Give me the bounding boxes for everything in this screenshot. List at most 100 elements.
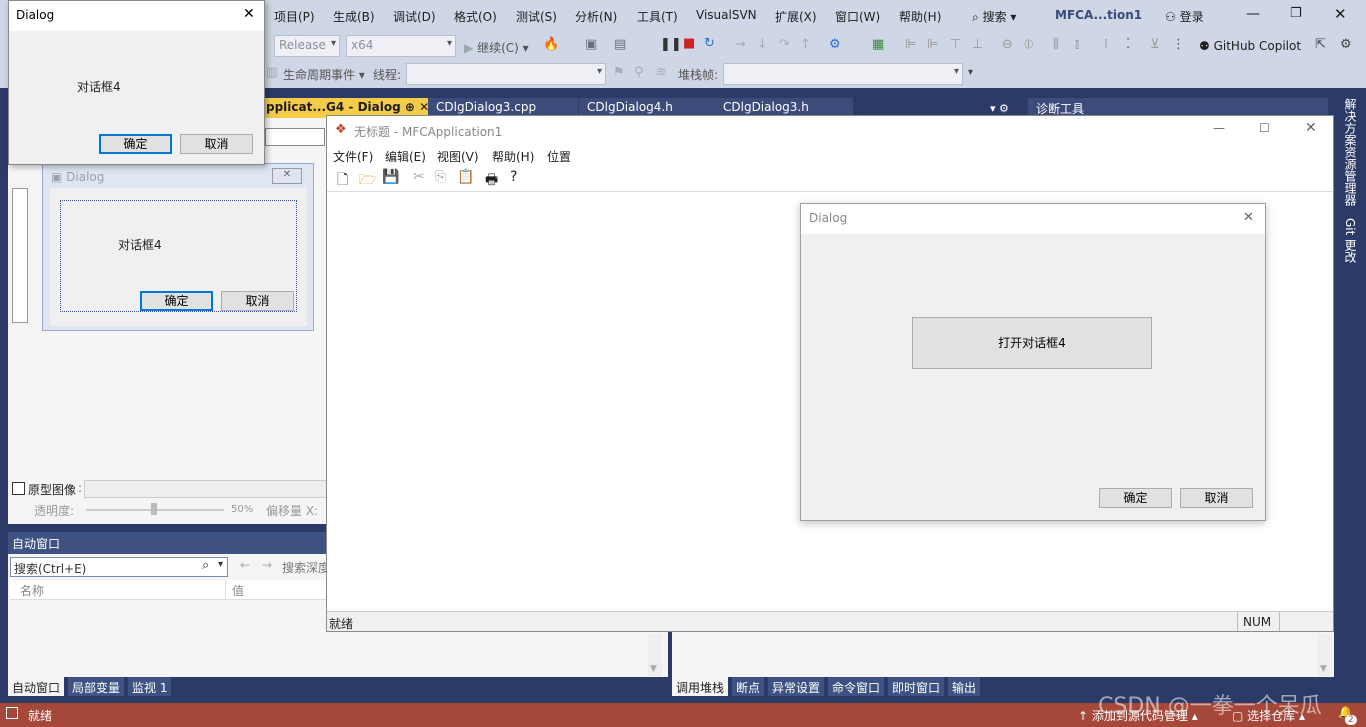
dialog4-window[interactable]: Dialog ✕ 对话框4 确定 取消	[8, 0, 265, 165]
search-menu[interactable]: ⌕ 搜索 ▾	[972, 8, 1016, 25]
designer-static-text[interactable]: 对话框4	[118, 236, 162, 253]
app-menu-file[interactable]: 文件(F)	[333, 148, 373, 165]
auto-search-dropdown-icon[interactable]: ▾	[218, 559, 223, 570]
flag-icon[interactable]: ⚑	[613, 65, 625, 80]
open-dialog4-button[interactable]: 打开对话框4	[912, 317, 1152, 369]
app-title-bar[interactable]: ❖ 无标题 - MFCApplication1 — ☐ ✕	[327, 116, 1333, 146]
menu-help[interactable]: 帮助(H)	[899, 8, 941, 25]
settings-icon[interactable]: ⚙	[1340, 37, 1352, 52]
menu-analyze[interactable]: 分析(N)	[575, 8, 617, 25]
menu-window[interactable]: 窗口(W)	[835, 8, 880, 25]
dialog4-ok-button[interactable]: 确定	[99, 134, 172, 154]
align-top-icon[interactable]: ⊤	[950, 37, 961, 52]
print-icon[interactable]: 🖶	[485, 169, 498, 193]
align-right-icon[interactable]: ⊫	[927, 37, 938, 52]
menu-visualsvn[interactable]: VisualSVN	[696, 8, 757, 22]
back-arrow-icon[interactable]: ←	[240, 558, 250, 572]
tab-breakpoints[interactable]: 断点	[732, 677, 765, 696]
screen-icon[interactable]: ▦	[872, 37, 884, 52]
overflow-icon[interactable]: ▾	[968, 67, 973, 78]
auto-search-icon[interactable]: ⌕	[202, 558, 209, 573]
guides-icon[interactable]: ⊻	[1150, 37, 1160, 52]
platform-combo[interactable]: x64	[346, 35, 456, 57]
tab-immediate[interactable]: 即时窗口	[888, 677, 945, 696]
auto-scrollbar[interactable]: ▼	[648, 634, 662, 676]
forward-arrow-icon[interactable]: →	[262, 558, 272, 572]
menu-tools[interactable]: 工具(T)	[637, 8, 678, 25]
inner-dialog[interactable]: Dialog ✕ 打开对话框4 确定 取消	[800, 203, 1266, 521]
menu-extensions[interactable]: 扩展(X)	[775, 8, 817, 25]
copy-icon[interactable]: ⎘	[435, 169, 446, 185]
auto-search-input[interactable]: 搜索(Ctrl+E)	[10, 557, 228, 577]
center-v-icon[interactable]: ⊖	[1002, 37, 1013, 52]
app-minimize-icon[interactable]: —	[1213, 121, 1225, 135]
dialog4-close-icon[interactable]: ✕	[243, 6, 255, 22]
folder-icon[interactable]: ▣	[585, 37, 597, 52]
tab-watch1[interactable]: 监视 1	[128, 677, 172, 696]
space-v-icon[interactable]: ⫾	[1075, 37, 1079, 52]
open-folder-icon[interactable]: 🗁	[359, 169, 376, 193]
threads-icon[interactable]: ≋	[656, 65, 667, 80]
grid-icon[interactable]: ⁚	[1126, 37, 1130, 52]
tab-auto-window[interactable]: 自动窗口	[8, 677, 65, 696]
align-bottom-icon[interactable]: ⊥	[972, 37, 983, 52]
menu-build[interactable]: 生成(B)	[333, 8, 375, 25]
inner-dialog-titlebar[interactable]: Dialog ✕	[801, 204, 1265, 234]
align-left-icon[interactable]: ⊫	[905, 37, 916, 52]
login-button[interactable]: ⚇ 登录	[1165, 8, 1204, 25]
center-h-icon[interactable]: ⦶	[1024, 37, 1033, 52]
tab-output[interactable]: 输出	[948, 677, 981, 696]
solution-explorer-tab[interactable]: 解决方案资源管理器	[1342, 98, 1359, 206]
inner-ok-button[interactable]: 确定	[1099, 488, 1172, 508]
step-back-icon[interactable]: ↷	[779, 37, 790, 52]
step-out-icon[interactable]: ↑	[800, 37, 811, 52]
callstack-scrollbar[interactable]: ▼	[1318, 634, 1332, 676]
dialog4-cancel-button[interactable]: 取消	[180, 134, 253, 154]
designer-ok-button[interactable]: 确定	[140, 291, 213, 311]
inner-cancel-button[interactable]: 取消	[1180, 488, 1253, 508]
close-icon[interactable]: ✕	[1334, 5, 1347, 23]
inner-dialog-close-icon[interactable]: ✕	[1243, 210, 1254, 225]
tab-order-icon[interactable]: ⁞	[1104, 37, 1108, 52]
thread-combo[interactable]	[406, 63, 606, 85]
copilot-button[interactable]: ⚉ GitHub Copilot	[1199, 39, 1301, 53]
col-value-header[interactable]: 值	[232, 582, 244, 599]
dialog4-titlebar[interactable]: Dialog ✕	[9, 1, 264, 31]
menu-test[interactable]: 测试(S)	[516, 8, 557, 25]
minimize-icon[interactable]: —	[1246, 6, 1260, 22]
tab-exceptions[interactable]: 异常设置	[768, 677, 825, 696]
tab-command-window[interactable]: 命令窗口	[828, 677, 885, 696]
restart-icon[interactable]: ↻	[704, 36, 715, 51]
menu-debug[interactable]: 调试(D)	[393, 8, 436, 25]
tab-dropdown-icon[interactable]: ▾ ⚙	[990, 102, 1009, 115]
prototype-checkbox[interactable]	[12, 482, 25, 495]
step-over-icon[interactable]: →	[735, 37, 746, 52]
app-menu-position[interactable]: 位置	[547, 148, 571, 165]
prototype-path[interactable]	[84, 480, 328, 498]
space-h-icon[interactable]: ⫼	[1053, 37, 1059, 52]
pin-icon[interactable]: ⊕	[405, 100, 415, 114]
filter-icon[interactable]: ⚲	[634, 65, 644, 80]
window-icon[interactable]: ▤	[614, 37, 626, 52]
step-into-icon[interactable]: ↓	[757, 37, 768, 52]
hot-reload-icon[interactable]: 🔥	[543, 37, 559, 52]
paste-icon[interactable]: 📋	[457, 169, 474, 185]
config-combo[interactable]: Release	[274, 35, 340, 57]
app-menu-view[interactable]: 视图(V)	[437, 148, 479, 165]
help-icon[interactable]: ?	[510, 169, 517, 185]
git-changes-tab[interactable]: Git 更改	[1342, 218, 1359, 263]
designer-cancel-button[interactable]: 取消	[221, 291, 294, 311]
app-menu-edit[interactable]: 编辑(E)	[385, 148, 426, 165]
tab-call-stack[interactable]: 调用堆栈	[672, 677, 729, 696]
opacity-thumb[interactable]	[151, 503, 157, 515]
app-maximize-icon[interactable]: ☐	[1259, 121, 1270, 135]
menu-format[interactable]: 格式(O)	[454, 8, 497, 25]
continue-button[interactable]: ▶ 继续(C) ▾	[464, 39, 529, 56]
app-close-icon[interactable]: ✕	[1305, 120, 1317, 136]
col-name-header[interactable]: 名称	[20, 582, 44, 599]
save-icon[interactable]: 💾	[382, 169, 399, 185]
pause-icon[interactable]: ❚❚	[660, 37, 682, 52]
app-menu-help[interactable]: 帮助(H)	[492, 148, 534, 165]
lifecycle-events[interactable]: 生命周期事件 ▾	[283, 66, 365, 83]
restore-icon[interactable]: ❐	[1290, 6, 1302, 21]
